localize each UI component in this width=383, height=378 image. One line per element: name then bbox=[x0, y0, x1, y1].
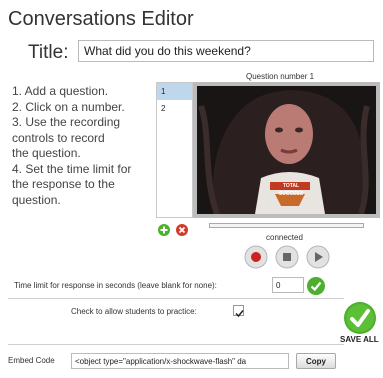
title-input[interactable] bbox=[78, 40, 374, 62]
save-all-button[interactable]: SAVE ALL bbox=[338, 302, 382, 346]
remove-question-icon[interactable] bbox=[176, 223, 188, 236]
embed-code-label: Embed Code bbox=[8, 356, 55, 365]
time-limit-confirm-icon[interactable] bbox=[307, 277, 325, 295]
instruction-line: 1. Add a question. bbox=[12, 84, 109, 98]
add-question-icon[interactable] bbox=[158, 223, 170, 236]
save-check-icon bbox=[344, 302, 376, 334]
webcam-video: TOTAL SUCCESS bbox=[197, 86, 376, 214]
editor-heading: Conversations Editor bbox=[8, 8, 194, 30]
instruction-line: 2. Click on a number. bbox=[12, 99, 125, 114]
instruction-line: the response to the bbox=[12, 177, 115, 191]
question-list: 1 2 bbox=[156, 82, 193, 218]
instruction-line: 3. Use the recording bbox=[12, 115, 121, 129]
save-all-label: SAVE ALL bbox=[340, 335, 379, 344]
checkmark-icon bbox=[235, 310, 244, 318]
divider bbox=[8, 298, 344, 299]
practice-checkbox[interactable] bbox=[233, 305, 244, 318]
embed-code-field[interactable] bbox=[71, 353, 289, 369]
time-limit-input[interactable] bbox=[272, 277, 304, 293]
copy-button[interactable]: Copy bbox=[296, 353, 336, 369]
question-number-header: Question number 1 bbox=[246, 72, 315, 81]
instruction-line: 4. Set the time limit for bbox=[12, 161, 132, 176]
instruction-line: controls to record bbox=[12, 130, 105, 145]
play-icon[interactable] bbox=[306, 245, 330, 269]
progress-track bbox=[209, 223, 364, 228]
stop-icon[interactable] bbox=[275, 245, 299, 269]
shirt-text: TOTAL SUCCESS bbox=[278, 183, 304, 197]
instructions: 1. Add a question. 2. Click on a number.… bbox=[12, 84, 154, 208]
question-list-item-1[interactable]: 1 bbox=[157, 83, 192, 100]
instruction-line: the question. bbox=[12, 146, 81, 160]
practice-label: Check to allow students to practice: bbox=[71, 307, 197, 316]
record-icon[interactable] bbox=[244, 245, 268, 269]
instruction-line: question. bbox=[12, 192, 61, 207]
time-limit-label: Time limit for response in seconds (leav… bbox=[14, 281, 217, 290]
video-frame: TOTAL SUCCESS bbox=[193, 82, 380, 218]
connection-status: connected bbox=[266, 233, 303, 242]
title-label: Title: bbox=[28, 42, 69, 63]
question-list-item-2[interactable]: 2 bbox=[157, 100, 192, 117]
divider bbox=[8, 344, 344, 345]
